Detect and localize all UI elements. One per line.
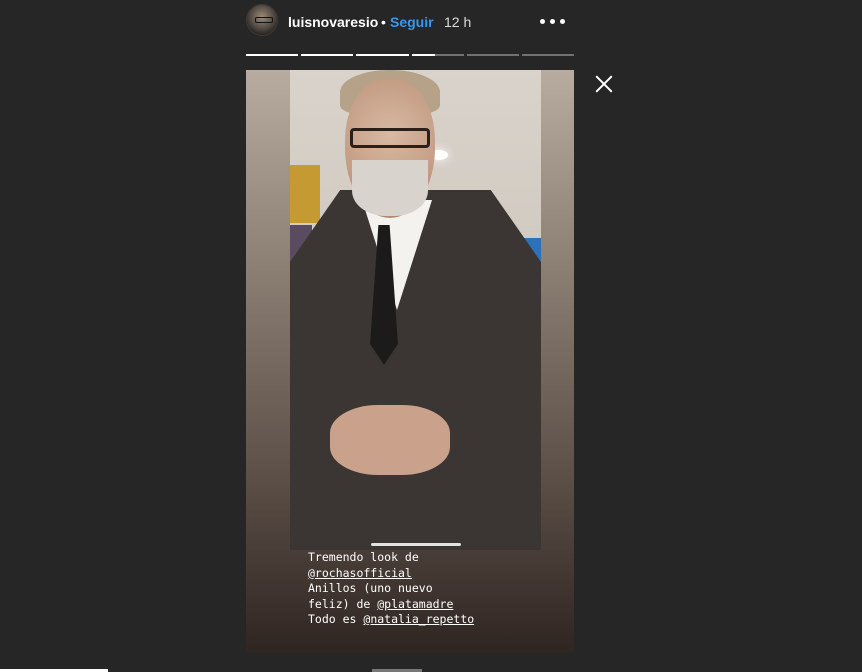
mention-link[interactable]: @natalia_repetto	[363, 612, 474, 626]
separator-dot: •	[381, 14, 386, 30]
beard	[352, 160, 428, 216]
progress-fill	[356, 54, 409, 56]
caption-line: Tremendo look de	[308, 550, 419, 564]
story-header: luisnovaresio • Seguir 12 h	[246, 4, 576, 40]
post-time: 12 h	[444, 14, 472, 30]
progress-segment	[356, 54, 409, 56]
close-icon[interactable]	[592, 72, 616, 96]
story-progress	[246, 54, 575, 57]
progress-fill	[301, 54, 354, 56]
progress-fill	[411, 54, 435, 56]
more-horizontal-icon[interactable]	[540, 12, 566, 30]
photo-indicator	[371, 543, 461, 546]
caption-text: feliz) de	[308, 596, 378, 611]
hands	[330, 405, 450, 475]
follow-button[interactable]: Seguir	[390, 14, 434, 30]
caption-line: Anillos (uno nuevo	[308, 581, 433, 595]
avatar[interactable]	[246, 4, 278, 36]
shelf	[290, 165, 320, 223]
story-caption: Tremendo look de @rochasofficial Anillos…	[308, 550, 568, 628]
progress-segment	[246, 54, 299, 56]
caption-text: Todo es	[308, 612, 364, 626]
username[interactable]: luisnovaresio	[288, 14, 378, 30]
progress-segment	[521, 54, 575, 56]
story-photo	[290, 70, 541, 550]
avatar-glasses	[255, 17, 273, 23]
glasses	[350, 128, 430, 148]
progress-segment	[301, 54, 354, 56]
mention-link[interactable]: @platamadre	[377, 597, 453, 611]
mention-link[interactable]: @rochasofficial	[308, 566, 412, 580]
progress-fill	[246, 54, 299, 56]
progress-segment	[466, 54, 519, 56]
story-media[interactable]: Tremendo look de @rochasofficial Anillos…	[246, 70, 574, 653]
progress-segment	[411, 54, 464, 56]
